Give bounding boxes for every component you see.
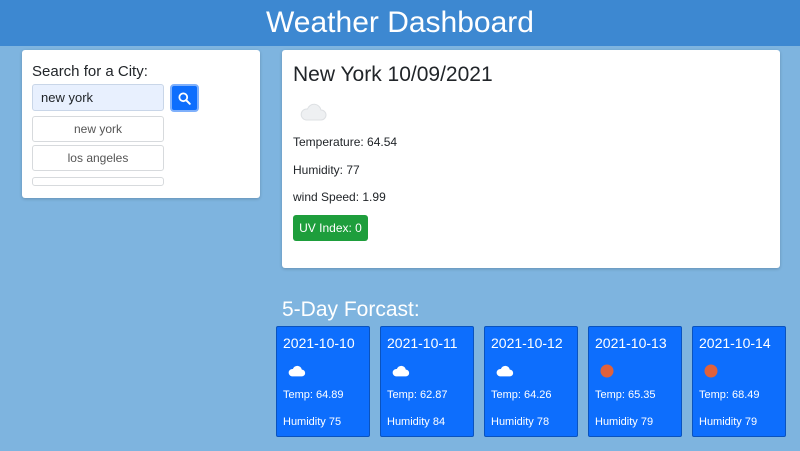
- current-humidity: Humidity: 77: [293, 163, 360, 177]
- forecast-date: 2021-10-14: [699, 335, 771, 351]
- search-title: Search for a City:: [32, 63, 148, 80]
- forecast-humidity: Humidity 79: [699, 416, 758, 428]
- current-wind-speed: wind Speed: 1.99: [293, 190, 386, 204]
- forecast-humidity: Humidity 75: [283, 416, 342, 428]
- cloud-icon: [300, 103, 327, 121]
- page-title: Weather Dashboard: [266, 6, 534, 39]
- forecast-temp: Temp: 62.87: [387, 389, 448, 401]
- forecast-date: 2021-10-11: [387, 335, 458, 351]
- search-button[interactable]: [170, 84, 199, 112]
- cloud-icon: [496, 365, 514, 377]
- cloud-icon: [392, 365, 410, 377]
- history-button-empty[interactable]: [32, 177, 164, 186]
- history-button-los-angeles[interactable]: los angeles: [32, 145, 164, 171]
- forecast-temp: Temp: 65.35: [595, 389, 656, 401]
- forecast-day-card: 2021-10-13 Temp: 65.35 Humidity 79: [588, 326, 682, 437]
- forecast-temp: Temp: 64.89: [283, 389, 344, 401]
- sun-icon: [600, 364, 614, 378]
- forecast-date: 2021-10-13: [595, 335, 667, 351]
- current-city-date: New York 10/09/2021: [293, 63, 493, 86]
- forecast-day-card: 2021-10-10 Temp: 64.89 Humidity 75: [276, 326, 370, 437]
- search-icon: [178, 91, 191, 105]
- history-button-new-york[interactable]: new york: [32, 116, 164, 142]
- forecast-date: 2021-10-10: [283, 335, 355, 351]
- sun-icon: [704, 364, 718, 378]
- forecast-day-card: 2021-10-12 Temp: 64.26 Humidity 78: [484, 326, 578, 437]
- uv-index-badge: UV Index: 0: [293, 215, 368, 241]
- cloud-icon: [288, 365, 306, 377]
- forecast-day-card: 2021-10-11 Temp: 62.87 Humidity 84: [380, 326, 474, 437]
- forecast-temp: Temp: 68.49: [699, 389, 760, 401]
- forecast-humidity: Humidity 78: [491, 416, 550, 428]
- forecast-temp: Temp: 64.26: [491, 389, 552, 401]
- forecast-humidity: Humidity 84: [387, 416, 446, 428]
- forecast-title: 5-Day Forcast:: [282, 298, 420, 321]
- forecast-day-card: 2021-10-14 Temp: 68.49 Humidity 79: [692, 326, 786, 437]
- forecast-date: 2021-10-12: [491, 335, 563, 351]
- search-panel: Search for a City: new york los angeles: [22, 50, 260, 198]
- city-search-input[interactable]: [32, 84, 164, 111]
- current-weather-card: New York 10/09/2021 Temperature: 64.54 H…: [282, 50, 780, 268]
- current-temperature: Temperature: 64.54: [293, 135, 398, 149]
- app-header: Weather Dashboard: [0, 0, 800, 46]
- forecast-humidity: Humidity 79: [595, 416, 654, 428]
